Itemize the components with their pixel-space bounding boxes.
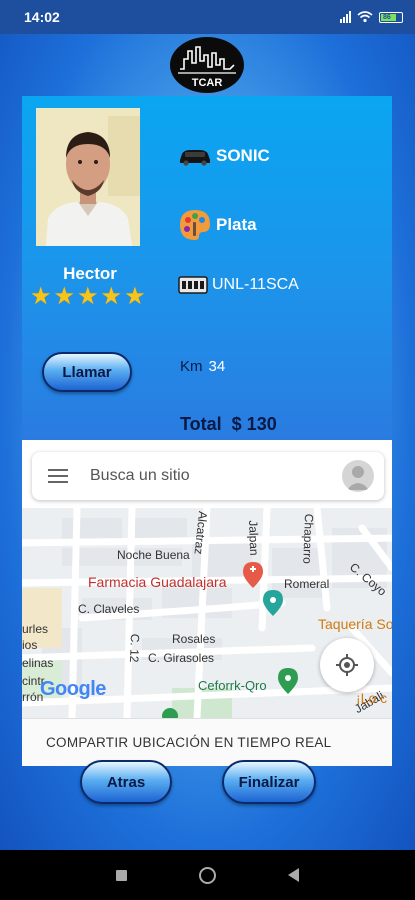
car-icon xyxy=(180,150,210,166)
vehicle-model: SONIC xyxy=(216,146,270,165)
total-value: $ 130 xyxy=(231,414,277,434)
star-icon: ★ xyxy=(124,283,146,310)
signal-icon xyxy=(340,11,351,23)
trip-total: Total $ 130 xyxy=(180,414,277,435)
driver-photo xyxy=(36,108,140,246)
street-label: C. 12 xyxy=(127,633,142,663)
finish-button[interactable]: Finalizar xyxy=(222,760,316,804)
map-view[interactable]: Noche Buena C. Claveles Rosales C. Giras… xyxy=(22,508,392,718)
km-value: 34 xyxy=(208,358,226,375)
call-button[interactable]: Llamar xyxy=(42,352,132,392)
vehicle-model-row: SONIC xyxy=(178,146,270,166)
status-icons: 86 xyxy=(340,11,403,23)
battery-icon: 86 xyxy=(379,11,403,23)
map-edge-label: elinas xyxy=(22,656,54,670)
recent-apps-icon[interactable] xyxy=(116,869,127,881)
vehicle-color: Plata xyxy=(216,215,257,234)
map-edge-label: ios xyxy=(22,638,38,652)
vehicle-plate-row: UNL-11SCA xyxy=(178,276,299,294)
street-label: Chaparro xyxy=(300,513,316,565)
vehicle-plate: UNL-11SCA xyxy=(212,276,299,293)
account-avatar[interactable] xyxy=(342,460,374,492)
status-time: 14:02 xyxy=(24,9,60,25)
menu-icon[interactable] xyxy=(48,469,68,483)
street-label: C. Claveles xyxy=(78,602,140,616)
street-label: Rosales xyxy=(172,632,216,646)
logo-text: TCAR xyxy=(192,77,223,89)
place-label: Farmacia Guadalajara xyxy=(88,574,227,590)
search-input[interactable]: Busca un sitio xyxy=(90,467,342,485)
map-card: Busca un sitio Noche Buena C. Claveles R… xyxy=(22,440,392,766)
my-location-button[interactable] xyxy=(320,638,374,692)
driver-name: Hector xyxy=(63,264,117,283)
home-icon[interactable] xyxy=(199,866,216,884)
star-icon: ★ xyxy=(30,283,52,310)
status-bar: 14:02 86 xyxy=(0,0,415,34)
back-nav-icon[interactable] xyxy=(288,868,299,882)
place-label: Ceforrk-Qro xyxy=(198,678,267,693)
share-location-button[interactable]: COMPARTIR UBICACIÓN EN TIEMPO REAL xyxy=(22,718,392,766)
driver-info-card: Hector ★ ★ ★ ★ ★ Llamar SONIC Plata UNL-… xyxy=(22,96,392,440)
battery-level: 86 xyxy=(383,13,391,21)
place-label: Taquería So xyxy=(318,616,392,632)
street-label: Noche Buena xyxy=(117,548,190,562)
star-icon: ★ xyxy=(77,283,99,310)
trip-distance: Km 34 xyxy=(180,358,225,375)
km-label: Km xyxy=(180,358,203,375)
vehicle-color-row: Plata xyxy=(178,208,257,242)
total-label: Total xyxy=(180,414,222,434)
place-label: ¡Lo c xyxy=(356,690,388,706)
google-logo: Google xyxy=(40,678,106,701)
street-label: Romeral xyxy=(284,577,330,591)
map-edge-label: urles xyxy=(22,622,49,636)
tcar-logo: TCAR xyxy=(170,37,244,93)
google-logo-text: Google xyxy=(40,678,106,700)
star-icon: ★ xyxy=(53,283,76,310)
wifi-icon xyxy=(357,11,373,23)
back-button[interactable]: Atras xyxy=(80,760,172,804)
my-location-icon xyxy=(336,654,358,676)
star-icon: ★ xyxy=(100,283,123,310)
system-nav-bar xyxy=(0,850,415,900)
license-plate-icon xyxy=(178,276,208,294)
palette-icon xyxy=(180,210,210,240)
street-label: Jalpan xyxy=(246,520,262,556)
app-screen: TCAR Hector ★ ★ ★ ★ ★ Llamar SONIC Plata… xyxy=(0,34,415,850)
street-label: C. Girasoles xyxy=(148,651,215,665)
driver-rating: ★ ★ ★ ★ ★ xyxy=(30,284,146,310)
map-search-bar[interactable]: Busca un sitio xyxy=(32,452,384,500)
